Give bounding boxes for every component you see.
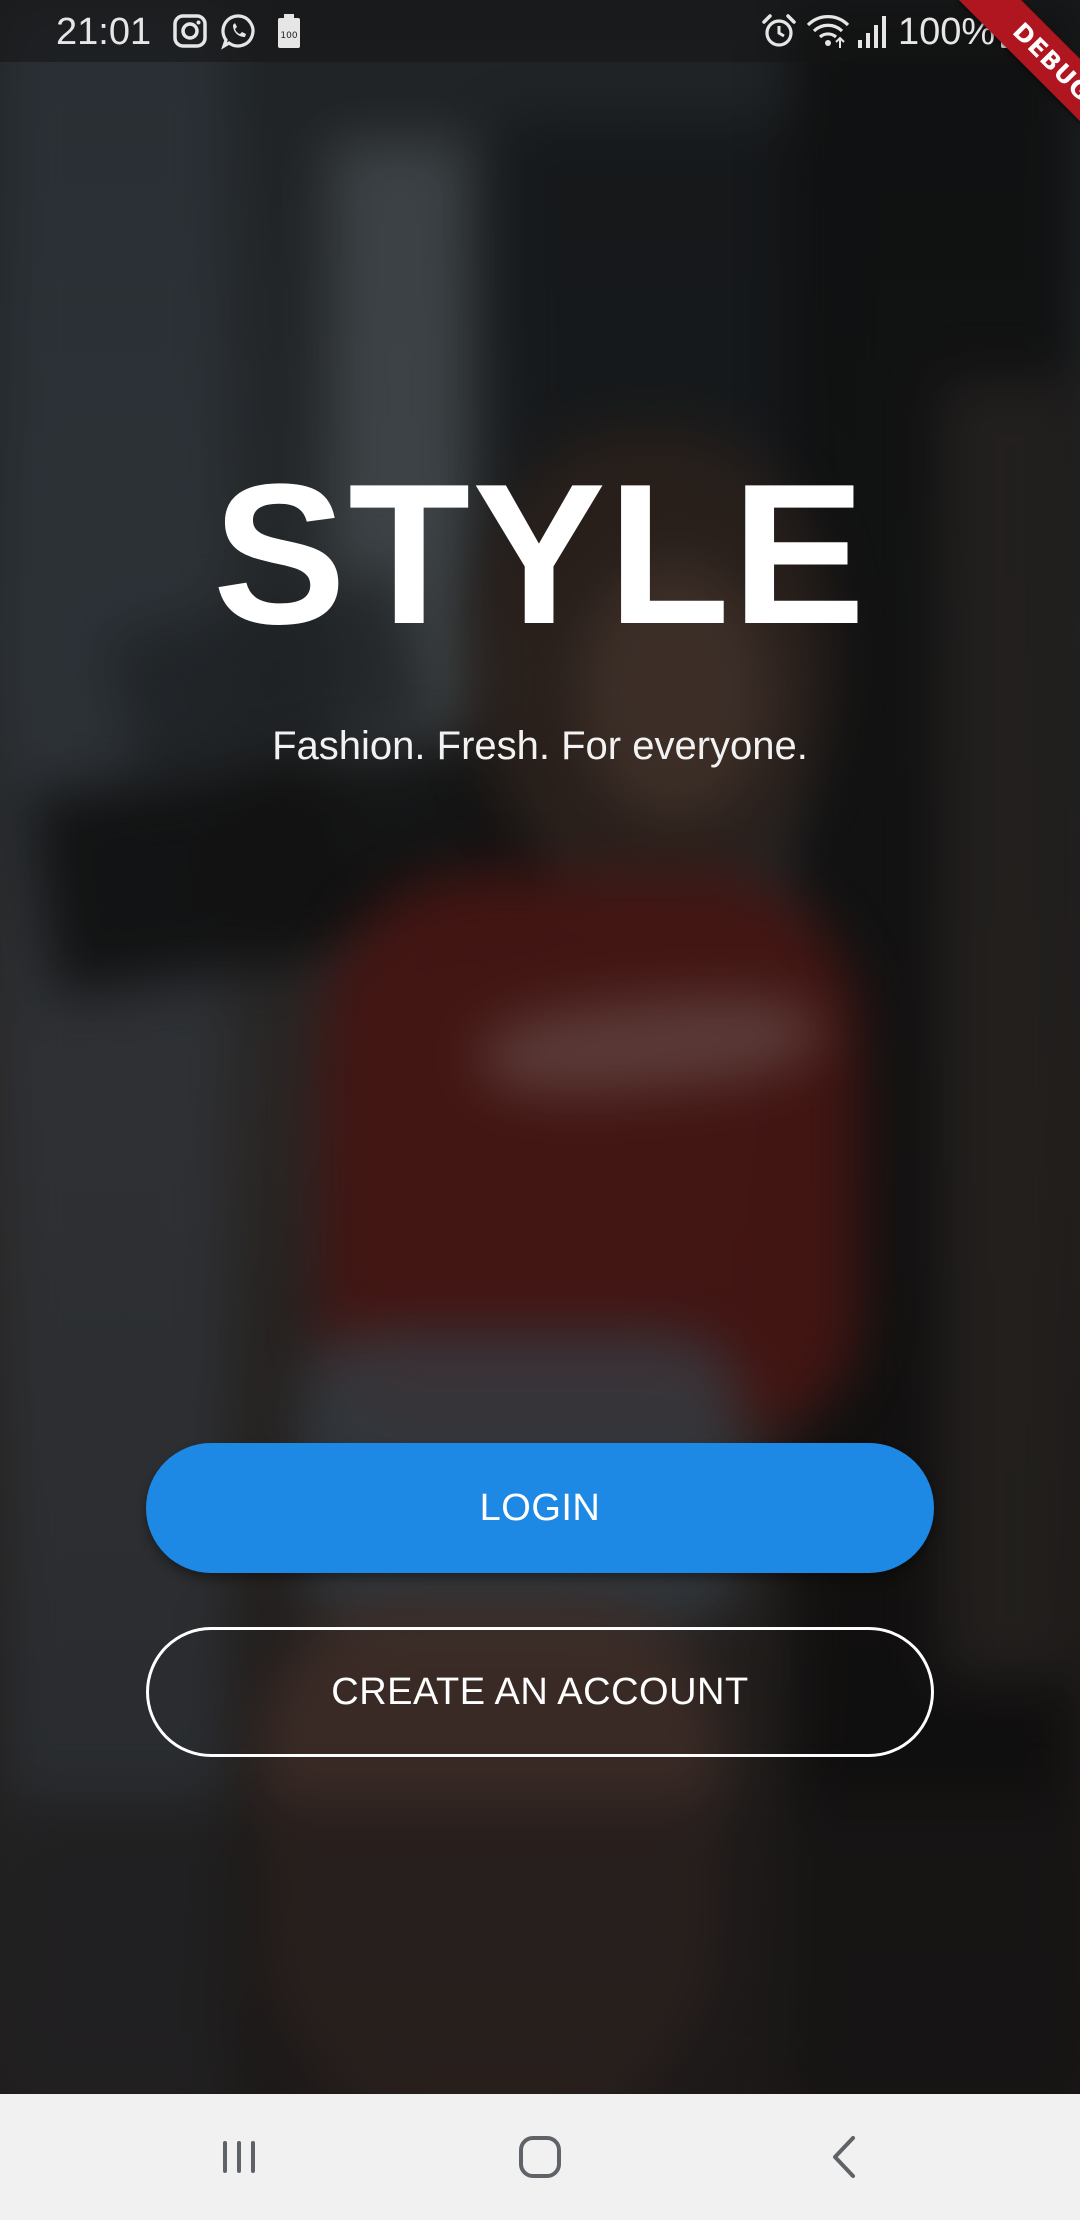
navigation-bar xyxy=(0,2094,1080,2220)
background-dim-overlay xyxy=(0,0,1080,2094)
signal-icon xyxy=(858,16,886,48)
back-icon xyxy=(833,2136,855,2178)
home-button[interactable] xyxy=(500,2124,580,2190)
whatsapp-icon xyxy=(221,14,255,50)
login-button-label: LOGIN xyxy=(479,1486,601,1529)
recents-icon xyxy=(223,2141,255,2173)
alarm-icon xyxy=(762,14,796,47)
svg-text:100: 100 xyxy=(280,31,297,41)
battery-100-icon: 100 xyxy=(278,14,300,48)
login-screen: 21:01 100 100% DEBUG STYLE Fashion. Fres… xyxy=(0,0,1080,2220)
tagline: Fashion. Fresh. For everyone. xyxy=(272,724,808,768)
recents-button[interactable] xyxy=(199,2124,279,2190)
home-icon xyxy=(519,2136,561,2178)
login-button[interactable]: LOGIN xyxy=(146,1443,934,1573)
status-time: 21:01 xyxy=(56,11,152,53)
battery-percentage: 100% xyxy=(898,11,996,53)
brand-title: STYLE xyxy=(212,443,868,666)
create-account-button[interactable]: CREATE AN ACCOUNT xyxy=(146,1627,934,1757)
status-bar: 21:01 100 100% xyxy=(0,0,1080,62)
instagram-icon xyxy=(173,14,207,48)
battery-icon xyxy=(1001,14,1023,48)
create-account-button-label: CREATE AN ACCOUNT xyxy=(331,1670,749,1713)
back-button[interactable] xyxy=(804,2124,884,2190)
wifi-icon xyxy=(806,15,850,48)
